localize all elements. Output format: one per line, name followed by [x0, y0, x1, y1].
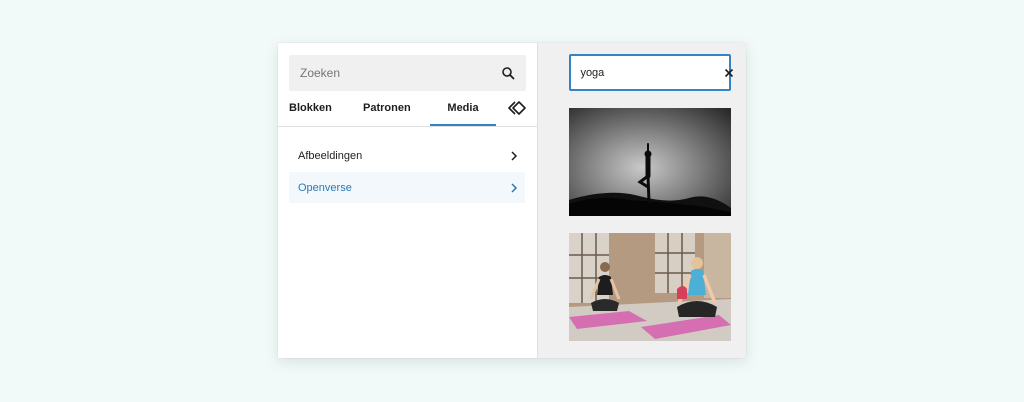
yoga-silhouette-photo	[569, 108, 732, 216]
chevron-right-icon	[503, 145, 525, 167]
yoga-meditation-photo	[569, 233, 732, 341]
reusable-blocks-icon[interactable]	[508, 99, 526, 117]
media-category-label: Openverse	[298, 181, 352, 194]
media-result-image[interactable]	[569, 108, 732, 216]
media-results-panel	[538, 43, 746, 358]
media-category-label: Afbeeldingen	[298, 149, 363, 162]
media-category-openverse[interactable]: Openverse	[289, 172, 525, 203]
inserter-tabs: Blokken Patronen Media	[278, 91, 538, 127]
block-inserter-panel: Blokken Patronen Media Afbeeldingen Open…	[278, 43, 746, 358]
search-icon[interactable]	[490, 55, 526, 91]
close-icon[interactable]	[724, 56, 734, 89]
media-search-box[interactable]	[569, 54, 734, 91]
inserter-search-box[interactable]	[289, 54, 526, 92]
inserter-sidebar: Blokken Patronen Media Afbeeldingen Open…	[278, 43, 539, 358]
tab-patronen[interactable]: Patronen	[363, 91, 411, 125]
chevron-right-icon	[503, 177, 525, 199]
tab-media[interactable]: Media	[430, 91, 496, 126]
tab-blokken[interactable]: Blokken	[289, 91, 332, 125]
media-category-afbeeldingen[interactable]: Afbeeldingen	[289, 140, 525, 171]
media-result-image[interactable]	[569, 233, 732, 341]
inserter-search-input[interactable]	[289, 54, 490, 92]
media-search-input[interactable]	[571, 55, 725, 90]
